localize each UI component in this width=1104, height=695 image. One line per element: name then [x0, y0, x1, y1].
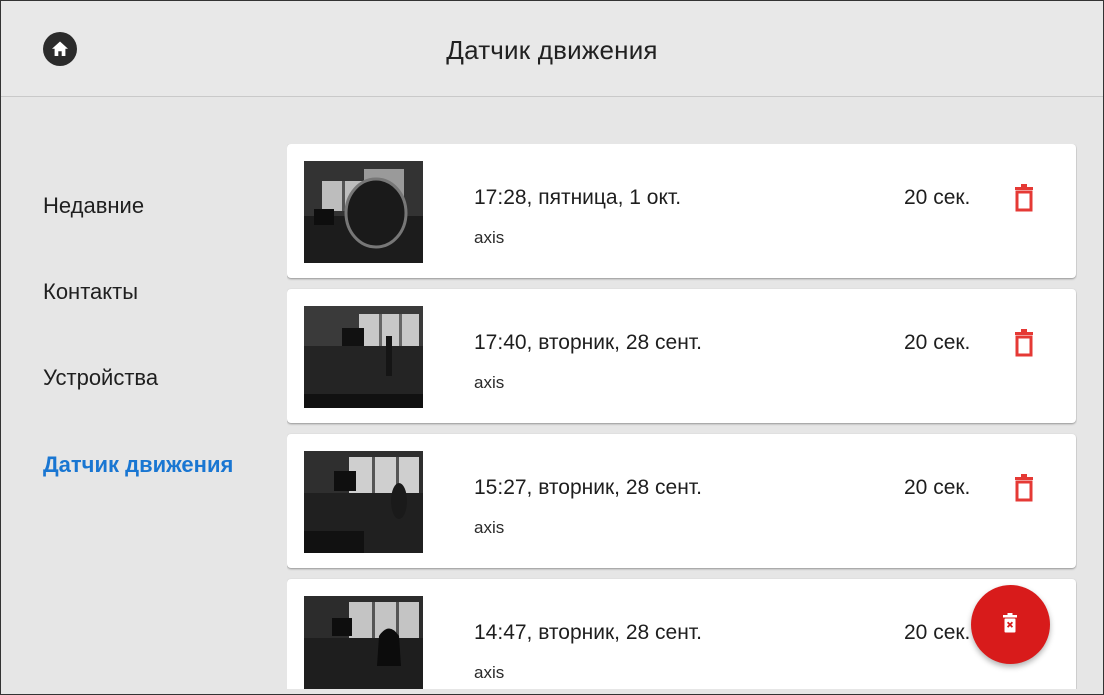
delete-button[interactable]: [1012, 184, 1036, 212]
sidebar-item-motion-sensor[interactable]: Датчик движения: [43, 452, 233, 478]
event-duration: 20 сек.: [904, 476, 971, 499]
event-list: 17:28, пятница, 1 окт. axis 20 сек. 17:4…: [287, 144, 1077, 689]
page-title: Датчик движения: [446, 35, 658, 65]
delete-button[interactable]: [1012, 474, 1036, 502]
sidebar-item-recent[interactable]: Недавние: [43, 193, 144, 219]
event-time: 17:28, пятница, 1 окт.: [474, 186, 682, 209]
event-time: 15:27, вторник, 28 сент.: [474, 476, 702, 499]
sidebar-item-devices[interactable]: Устройства: [43, 365, 158, 391]
event-thumbnail: [304, 596, 423, 689]
trash-icon: [1015, 184, 1033, 212]
event-duration: 20 сек.: [904, 331, 971, 354]
event-duration: 20 сек.: [904, 186, 971, 209]
event-thumbnail: [304, 161, 423, 263]
list-item[interactable]: 17:28, пятница, 1 окт. axis 20 сек.: [287, 144, 1076, 278]
event-source: axis: [474, 663, 505, 682]
sidebar-item-contacts[interactable]: Контакты: [43, 279, 138, 305]
trash-icon: [1015, 474, 1033, 502]
event-time: 17:40, вторник, 28 сент.: [474, 331, 702, 354]
list-item[interactable]: 15:27, вторник, 28 сент. axis 20 сек.: [287, 434, 1076, 568]
event-source: axis: [474, 373, 505, 392]
trash-icon: [1015, 329, 1033, 357]
event-time: 14:47, вторник, 28 сент.: [474, 621, 702, 644]
top-bar: Датчик движения: [1, 1, 1103, 97]
event-thumbnail: [304, 306, 423, 408]
event-source: axis: [474, 518, 505, 537]
event-thumbnail: [304, 451, 423, 553]
delete-all-icon: [1003, 613, 1017, 633]
list-item[interactable]: 17:40, вторник, 28 сент. axis 20 сек.: [287, 289, 1076, 423]
delete-button[interactable]: [1012, 329, 1036, 357]
delete-all-button[interactable]: [971, 585, 1050, 664]
sidebar: Недавние Контакты Устройства Датчик движ…: [1, 97, 281, 694]
event-source: axis: [474, 228, 505, 247]
list-item[interactable]: 14:47, вторник, 28 сент. axis 20 сек.: [287, 579, 1076, 689]
app-window: Датчик движения Недавние Контакты Устрой…: [0, 0, 1104, 695]
event-duration: 20 сек.: [904, 621, 971, 644]
